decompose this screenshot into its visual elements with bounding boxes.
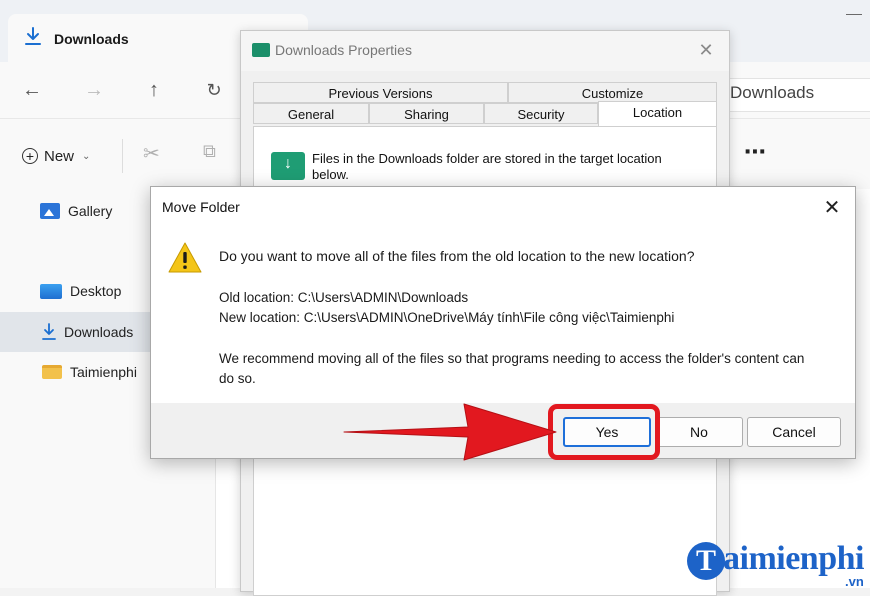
address-bar-text: Downloads (730, 83, 815, 102)
watermark-suffix: .vn (845, 574, 864, 589)
up-button[interactable]: ↑ (140, 76, 168, 104)
new-button[interactable]: + New ⌄ (22, 145, 90, 167)
move-question-text: Do you want to move all of the files fro… (219, 248, 695, 264)
properties-title: Downloads Properties (275, 42, 412, 58)
dialog-title: Move Folder (162, 199, 240, 215)
desktop-icon (40, 283, 62, 299)
close-icon[interactable]: ✕ (819, 195, 845, 221)
tab-general[interactable]: General (253, 103, 369, 124)
arrow-up-icon: ↑ (149, 78, 159, 101)
watermark-logo-mark: T (687, 542, 725, 580)
sidebar-item-label: Taimienphi (70, 364, 137, 380)
refresh-button[interactable]: ↻ (200, 76, 228, 104)
folder-icon (252, 43, 270, 57)
sidebar-item-label: Gallery (68, 203, 113, 219)
new-location-text: New location: C:\Users\ADMIN\OneDrive\Má… (219, 310, 675, 325)
explorer-tab-title: Downloads (54, 31, 129, 47)
tab-customize[interactable]: Customize (508, 82, 717, 103)
sidebar-item-label: Downloads (64, 324, 134, 340)
new-button-label: New (44, 147, 75, 165)
gallery-icon (40, 203, 60, 219)
properties-title-bar: Downloads Properties ✕ (241, 31, 729, 71)
yes-button-highlight-box (548, 404, 660, 460)
cancel-button[interactable]: Cancel (747, 417, 841, 447)
download-icon (25, 27, 41, 45)
location-description: Files in the Downloads folder are stored… (312, 151, 662, 182)
scissors-icon[interactable]: ✂ (143, 141, 165, 165)
watermark-text: aimienphi (723, 540, 864, 577)
copy-icon[interactable]: ⧉ (203, 141, 225, 165)
back-button[interactable]: ← (18, 76, 46, 104)
tab-location[interactable]: Location (598, 101, 717, 126)
tab-security[interactable]: Security (484, 103, 598, 124)
address-bar[interactable]: Downloads (720, 78, 870, 112)
close-icon[interactable]: ✕ (695, 39, 717, 61)
warning-triangle-icon (168, 242, 202, 273)
move-folder-body: Do you want to move all of the files fro… (151, 229, 855, 403)
download-folder-icon (271, 152, 305, 180)
no-button[interactable]: No (655, 417, 743, 447)
sidebar-item-label: Desktop (70, 283, 122, 299)
refresh-icon: ↻ (206, 79, 222, 100)
pointer-arrow-annotation (343, 403, 557, 461)
chevron-down-icon: ⌄ (82, 150, 91, 162)
arrow-right-icon: → (84, 78, 104, 101)
taimienphi-watermark: T aimienphi .vn (687, 538, 870, 589)
tab-sharing[interactable]: Sharing (369, 103, 484, 124)
forward-button[interactable]: → (80, 76, 108, 104)
move-folder-title-bar: Move Folder ✕ (151, 187, 855, 229)
arrow-left-icon: ← (22, 78, 42, 101)
toolbar-divider (122, 139, 123, 173)
folder-icon (42, 365, 62, 379)
download-icon (42, 323, 56, 340)
old-location-text: Old location: C:\Users\ADMIN\Downloads (219, 290, 469, 305)
ellipsis-icon[interactable]: ⋯ (744, 139, 768, 165)
minimize-icon[interactable] (846, 14, 862, 15)
tab-previous-versions[interactable]: Previous Versions (253, 82, 508, 103)
plus-circle-icon: + (22, 148, 38, 164)
recommendation-text: We recommend moving all of the files so … (219, 351, 805, 386)
